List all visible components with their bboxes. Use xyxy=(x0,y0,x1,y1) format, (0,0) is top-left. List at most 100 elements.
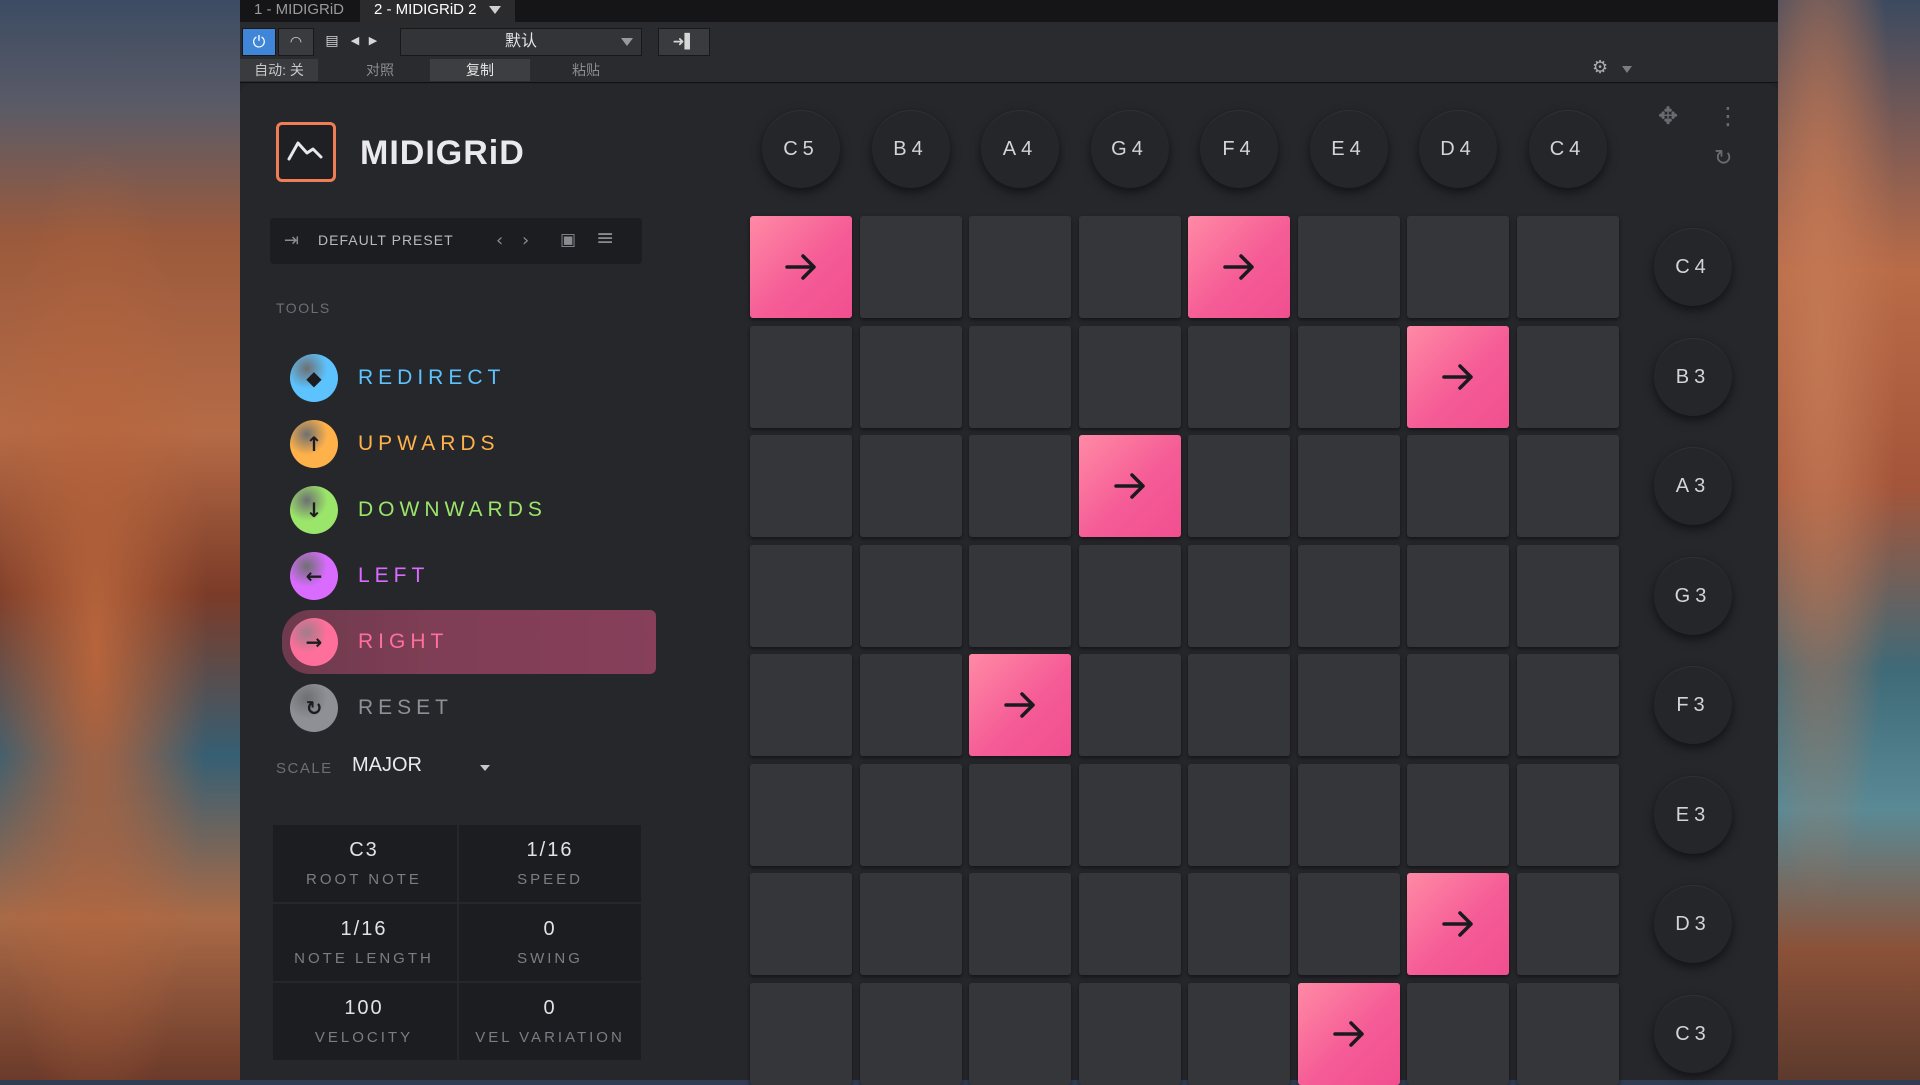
grid-cell[interactable] xyxy=(750,763,852,866)
tool-upwards[interactable]: ↑ UPWARDS xyxy=(282,412,656,476)
grid-cell[interactable] xyxy=(1407,216,1509,318)
grid-cell[interactable] xyxy=(1078,216,1181,318)
row-note-button[interactable]: G3 xyxy=(1654,556,1732,635)
column-note-button[interactable]: C4 xyxy=(1528,110,1607,188)
grid-cell[interactable] xyxy=(1188,873,1290,975)
root-note-control[interactable]: C3 ROOT NOTE xyxy=(273,825,455,902)
row-note-button[interactable]: D3 xyxy=(1654,885,1732,963)
grid-cell[interactable] xyxy=(1078,763,1181,866)
column-note-button[interactable]: E4 xyxy=(1309,110,1388,188)
grid-cell[interactable] xyxy=(1297,216,1400,318)
tool-reset[interactable]: ↻ RESET xyxy=(282,676,656,740)
grid-cell[interactable] xyxy=(1188,435,1290,537)
grid-cell[interactable] xyxy=(750,982,852,1085)
row-note-button[interactable]: E3 xyxy=(1654,775,1732,854)
scale-select[interactable]: MAJOR xyxy=(352,754,422,777)
grid-cell[interactable] xyxy=(1516,654,1619,756)
compare-button[interactable]: 对照 xyxy=(330,59,430,81)
grid-cell[interactable] xyxy=(969,654,1071,756)
grid-cell[interactable] xyxy=(859,654,962,756)
preset-select[interactable]: 默认 xyxy=(400,28,642,56)
grid-cell[interactable] xyxy=(1078,325,1181,428)
menu-icon[interactable]: ≡ xyxy=(596,226,614,251)
grid-cell[interactable] xyxy=(1078,544,1181,647)
grid-cell[interactable] xyxy=(1188,982,1290,1085)
refresh-icon[interactable]: ↻ xyxy=(1714,146,1732,171)
velocity-variation-control[interactable]: 0 VEL VARIATION xyxy=(459,983,641,1060)
more-vertical-icon[interactable]: ⋮ xyxy=(1716,102,1740,130)
grid-cell[interactable] xyxy=(1297,763,1400,866)
swing-control[interactable]: 0 SWING xyxy=(459,904,641,981)
automation-mode-button[interactable]: 自动: 关 xyxy=(240,59,318,81)
grid-cell[interactable] xyxy=(1078,435,1181,537)
grid-cell[interactable] xyxy=(969,216,1071,318)
automation-button[interactable]: ◠ xyxy=(278,28,314,56)
preset-file-button[interactable]: ▤ xyxy=(320,28,344,54)
grid-cell[interactable] xyxy=(1516,982,1619,1085)
row-note-button[interactable]: F3 xyxy=(1654,666,1732,744)
import-icon[interactable]: ⇥ xyxy=(284,230,299,251)
previous-preset-button[interactable]: ◀ xyxy=(346,28,364,54)
grid-cell[interactable] xyxy=(969,544,1071,647)
row-note-button[interactable]: C3 xyxy=(1654,994,1732,1073)
grid-cell[interactable] xyxy=(1297,544,1400,647)
grid-cell[interactable] xyxy=(1078,873,1181,975)
grid-cell[interactable] xyxy=(859,216,962,318)
grid-cell[interactable] xyxy=(1188,325,1290,428)
tool-right[interactable]: → RIGHT xyxy=(282,610,656,674)
grid-cell[interactable] xyxy=(859,544,962,647)
grid-cell[interactable] xyxy=(1407,654,1509,756)
grid-cell[interactable] xyxy=(1188,763,1290,866)
grid-cell[interactable] xyxy=(969,873,1071,975)
grid-cell[interactable] xyxy=(859,982,962,1085)
note-length-control[interactable]: 1/16 NOTE LENGTH xyxy=(273,904,455,981)
grid-cell[interactable] xyxy=(1516,216,1619,318)
grid-cell[interactable] xyxy=(1516,873,1619,975)
grid-cell[interactable] xyxy=(969,763,1071,866)
grid-cell[interactable] xyxy=(859,873,962,975)
grid-cell[interactable] xyxy=(1297,982,1400,1085)
grid-cell[interactable] xyxy=(859,435,962,537)
column-note-button[interactable]: A4 xyxy=(981,110,1059,188)
column-note-button[interactable]: D4 xyxy=(1419,110,1497,188)
speed-control[interactable]: 1/16 SPEED xyxy=(459,825,641,902)
row-note-button[interactable]: B3 xyxy=(1654,337,1732,416)
grid-cell[interactable] xyxy=(750,325,852,428)
column-note-button[interactable]: F4 xyxy=(1200,110,1278,188)
grid-cell[interactable] xyxy=(1297,873,1400,975)
grid-cell[interactable] xyxy=(1516,544,1619,647)
grid-cell[interactable] xyxy=(1516,763,1619,866)
column-note-button[interactable]: B4 xyxy=(871,110,950,188)
grid-cell[interactable] xyxy=(1297,654,1400,756)
grid-cell[interactable] xyxy=(1407,435,1509,537)
sidechain-button[interactable]: ➜▌ xyxy=(658,28,710,56)
grid-cell[interactable] xyxy=(969,325,1071,428)
chevron-down-icon[interactable] xyxy=(488,6,501,15)
row-note-button[interactable]: A3 xyxy=(1654,447,1732,525)
row-note-button[interactable]: C4 xyxy=(1654,228,1732,306)
grid-cell[interactable] xyxy=(1516,435,1619,537)
tool-left[interactable]: ← LEFT xyxy=(282,544,656,608)
grid-cell[interactable] xyxy=(750,435,852,537)
tool-redirect[interactable]: ◆ REDIRECT xyxy=(282,346,656,410)
grid-cell[interactable] xyxy=(969,982,1071,1085)
tab-midigrid-1[interactable]: 1 - MIDIGRiD xyxy=(240,0,358,22)
preset-label[interactable]: DEFAULT PRESET xyxy=(318,232,454,248)
grid-cell[interactable] xyxy=(750,216,852,318)
copy-button[interactable]: 复制 xyxy=(430,59,530,81)
grid-cell[interactable] xyxy=(1297,435,1400,537)
settings-button[interactable]: ⚙ xyxy=(1592,56,1638,80)
move-icon[interactable]: ✥ xyxy=(1658,102,1678,130)
grid-cell[interactable] xyxy=(1188,544,1290,647)
velocity-control[interactable]: 100 VELOCITY xyxy=(273,983,455,1060)
grid-cell[interactable] xyxy=(750,873,852,975)
grid-cell[interactable] xyxy=(1407,763,1509,866)
power-button[interactable]: ⏻ xyxy=(242,28,276,56)
chevron-left-icon[interactable]: ‹ xyxy=(496,230,503,251)
chevron-down-icon[interactable] xyxy=(480,765,490,771)
grid-cell[interactable] xyxy=(1407,873,1509,975)
next-preset-button[interactable]: ▶ xyxy=(364,28,382,54)
grid-cell[interactable] xyxy=(1407,982,1509,1085)
paste-button[interactable]: 粘贴 xyxy=(536,59,636,81)
grid-cell[interactable] xyxy=(750,654,852,756)
